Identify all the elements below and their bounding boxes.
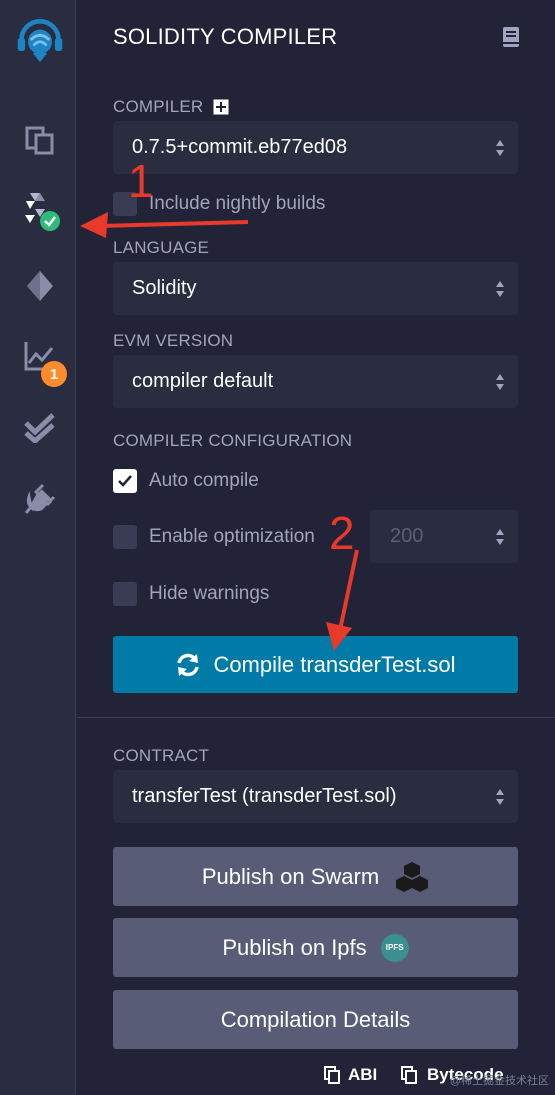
- select-caret-icon: [496, 373, 504, 390]
- compiler-version-value: 0.7.5+commit.eb77ed08: [132, 136, 348, 158]
- language-value: Solidity: [132, 277, 197, 299]
- copy-abi-button[interactable]: ABI: [324, 1065, 377, 1085]
- evm-version-value: compiler default: [132, 370, 274, 392]
- select-caret-icon: [496, 280, 504, 297]
- add-compiler-icon[interactable]: [213, 99, 229, 115]
- solidity-compiler-icon[interactable]: [14, 185, 66, 237]
- auto-compile-checkbox[interactable]: [113, 469, 137, 493]
- annotation-arrow-2: [326, 549, 359, 651]
- language-label: LANGUAGE: [113, 238, 210, 257]
- select-caret-icon: [496, 788, 504, 805]
- evm-version-select[interactable]: compiler default: [113, 355, 518, 408]
- panel-title: SOLIDITY COMPILER: [113, 24, 338, 49]
- compilation-details-button[interactable]: Compilation Details: [113, 990, 518, 1049]
- watermark: @稀土掘金技术社区: [449, 1075, 549, 1087]
- enable-optimization-checkbox[interactable]: [113, 525, 137, 549]
- hide-warnings-checkbox[interactable]: [113, 582, 137, 606]
- analysis-badge: 1: [41, 361, 67, 387]
- plugin-manager-icon[interactable]: [14, 474, 66, 526]
- compiler-section: COMPILER: [113, 97, 229, 117]
- publish-swarm-label: Publish on Swarm: [201, 863, 380, 889]
- enable-optimization-row[interactable]: Enable optimization: [113, 525, 315, 549]
- publish-ipfs-button[interactable]: Publish on Ipfs IPFS: [113, 918, 518, 977]
- compiler-config-label: COMPILER CONFIGURATION: [113, 431, 353, 450]
- select-caret-icon: [496, 139, 504, 156]
- swarm-logo-icon: [396, 861, 429, 892]
- language-select[interactable]: Solidity: [113, 262, 518, 315]
- evm-version-label: EVM VERSION: [113, 331, 234, 350]
- testing-icon[interactable]: [14, 402, 66, 454]
- refresh-icon: [177, 653, 200, 676]
- copy-icon: [324, 1066, 340, 1084]
- contract-value: transferTest (transderTest.sol): [132, 785, 397, 807]
- optimization-runs-input[interactable]: 200: [370, 510, 518, 563]
- remix-logo-icon[interactable]: [14, 12, 66, 64]
- documentation-icon[interactable]: [502, 26, 520, 53]
- annotation-arrow-1: [80, 212, 249, 238]
- contract-label: CONTRACT: [113, 746, 210, 765]
- ipfs-logo-icon: IPFS: [380, 933, 409, 962]
- abi-label: ABI: [348, 1065, 378, 1084]
- compiler-version-select[interactable]: 0.7.5+commit.eb77ed08: [113, 121, 518, 174]
- compiler-label: COMPILER: [113, 97, 204, 116]
- enable-optimization-label: Enable optimization: [149, 526, 315, 547]
- optimization-runs-value: 200: [390, 525, 424, 547]
- section-divider: [77, 717, 555, 718]
- publish-swarm-button[interactable]: Publish on Swarm: [113, 847, 518, 906]
- hide-warnings-label: Hide warnings: [149, 583, 270, 604]
- compile-button-label: Compile transderTest.sol: [213, 651, 456, 677]
- hide-warnings-row[interactable]: Hide warnings: [113, 582, 269, 606]
- deploy-run-icon[interactable]: [14, 260, 66, 312]
- auto-compile-row[interactable]: Auto compile: [113, 469, 259, 493]
- auto-compile-label: Auto compile: [149, 470, 259, 491]
- stepper-caret-icon[interactable]: [495, 528, 505, 546]
- contract-select[interactable]: transferTest (transderTest.sol): [113, 770, 518, 823]
- file-explorer-icon[interactable]: [14, 114, 66, 166]
- compilation-details-label: Compilation Details: [220, 1006, 411, 1032]
- publish-ipfs-label: Publish on Ipfs: [222, 934, 367, 960]
- icon-panel: 1: [0, 0, 76, 1095]
- compile-button[interactable]: Compile transderTest.sol: [113, 636, 518, 693]
- copy-icon: [401, 1066, 417, 1084]
- checkmark-icon: [118, 475, 132, 487]
